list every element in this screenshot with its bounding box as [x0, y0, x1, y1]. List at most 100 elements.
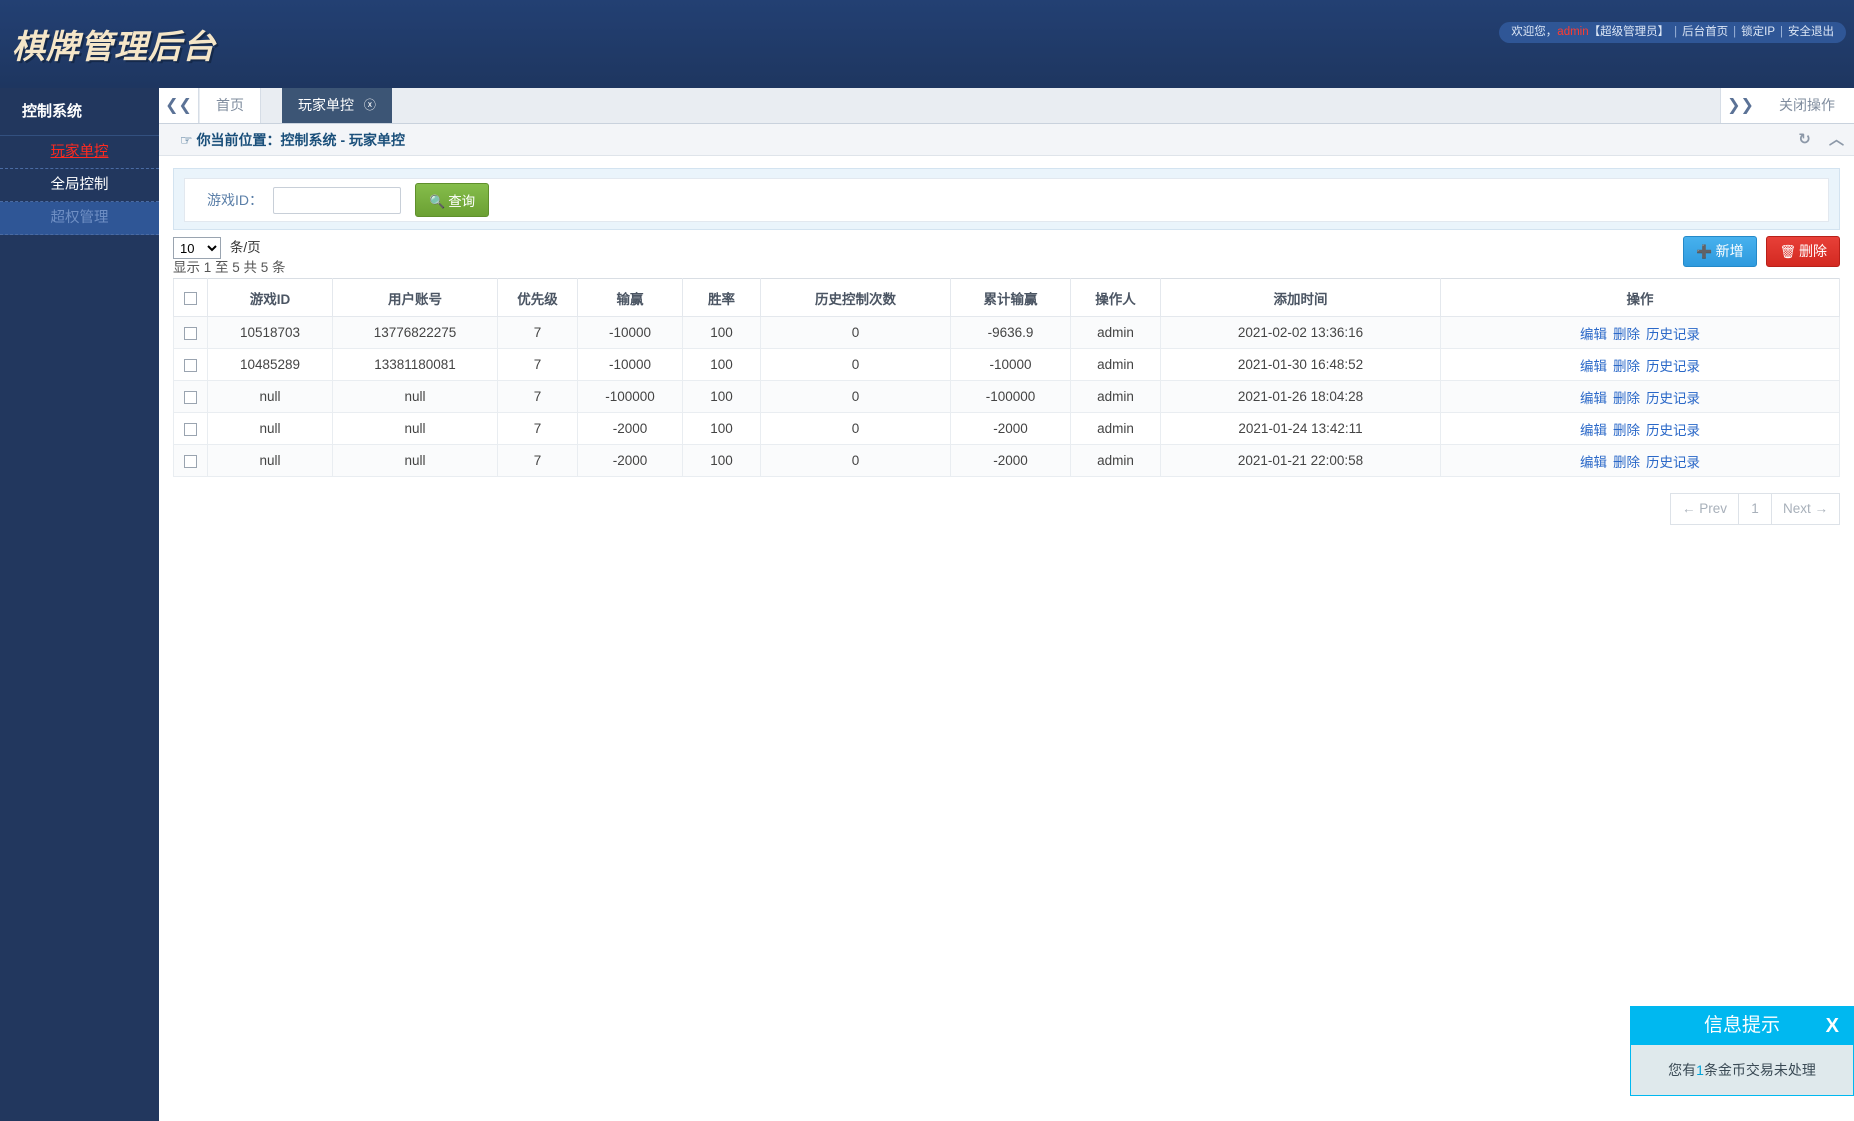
cell-operator: admin: [1070, 316, 1161, 349]
admin-role: 【超级管理员】: [1588, 26, 1670, 38]
row-history-link[interactable]: 历史记录: [1646, 359, 1700, 374]
add-button[interactable]: ➕ 新增: [1683, 236, 1757, 267]
row-delete-link[interactable]: 删除: [1613, 359, 1640, 374]
link-lock-ip[interactable]: 锁定IP: [1741, 26, 1775, 38]
breadcrumb-actions: ↻ ︿: [1784, 124, 1844, 156]
collapse-icon[interactable]: ︿: [1829, 131, 1844, 148]
pagination-page-1[interactable]: 1: [1737, 493, 1772, 525]
row-edit-link[interactable]: 编辑: [1580, 423, 1607, 438]
col-account: 用户账号: [332, 278, 498, 317]
cell-total-win-lose: -100000: [950, 380, 1071, 413]
row-checkbox[interactable]: [184, 390, 197, 404]
refresh-icon[interactable]: ↻: [1798, 131, 1811, 148]
tab-bar: ❮❮ 首页 玩家单控 ⓧ ❯❯ 关闭操作: [159, 88, 1854, 124]
tab-close-icon[interactable]: ⓧ: [364, 88, 376, 123]
cell-operator: admin: [1070, 412, 1161, 445]
cell-add-time: 2021-01-24 13:42:11: [1160, 412, 1441, 445]
row-delete-link[interactable]: 删除: [1613, 327, 1640, 342]
cell-game-id: null: [207, 444, 333, 477]
sidebar-item-global-control[interactable]: 全局控制: [0, 169, 159, 202]
link-logout[interactable]: 安全退出: [1788, 26, 1834, 38]
row-history-link[interactable]: 历史记录: [1646, 327, 1700, 342]
row-edit-link[interactable]: 编辑: [1580, 359, 1607, 374]
row-history-link[interactable]: 历史记录: [1646, 423, 1700, 438]
cell-priority: 7: [497, 412, 578, 445]
search-form: 游戏ID： 🔍 查询: [184, 178, 1829, 222]
col-operator: 操作人: [1070, 278, 1161, 317]
col-add-time: 添加时间: [1160, 278, 1441, 317]
row-edit-link[interactable]: 编辑: [1580, 455, 1607, 470]
row-select-cell: [173, 412, 208, 445]
row-edit-link[interactable]: 编辑: [1580, 327, 1607, 342]
pagination: ← Prev 1 Next →: [173, 477, 1840, 547]
cell-operations: 编辑 删除 历史记录: [1440, 380, 1840, 413]
cell-win-lose: -2000: [577, 412, 683, 445]
user-info-bar: 欢迎您，admin【超级管理员】 | 后台首页 | 锁定IP | 安全退出: [1499, 22, 1846, 43]
query-button[interactable]: 🔍 查询: [415, 183, 490, 217]
table-section: 10 25 50 100 条/页 显示 1 至 5 共 5 条 ➕新增 🗑删除: [173, 230, 1840, 547]
cell-operations: 编辑 删除 历史记录: [1440, 316, 1840, 349]
select-all-checkbox[interactable]: [184, 291, 197, 305]
cell-history-count: 0: [760, 444, 951, 477]
tab-player-control[interactable]: 玩家单控 ⓧ: [282, 88, 392, 123]
cell-priority: 7: [497, 348, 578, 381]
cell-game-id: 10485289: [207, 348, 333, 381]
toast-title: 信息提示: [1703, 1015, 1780, 1036]
tab-label: 首页: [216, 97, 244, 113]
tab-home[interactable]: 首页: [200, 88, 261, 123]
table-row: null null 7 -100000 100 0 -100000 admin 2021-01-…: [173, 380, 1840, 413]
cell-history-count: 0: [760, 348, 951, 381]
toast-close-button[interactable]: X: [1826, 1007, 1839, 1045]
col-operations: 操作: [1440, 278, 1840, 317]
sidebar: 控制系统 玩家单控 全局控制 超权管理: [0, 88, 170, 1121]
cell-add-time: 2021-01-26 18:04:28: [1160, 380, 1441, 413]
app-logo: 棋牌管理后台: [12, 27, 216, 66]
sidebar-item-player-control[interactable]: 玩家单控: [0, 136, 170, 169]
row-delete-link[interactable]: 删除: [1613, 423, 1640, 438]
toast-header: 信息提示 X: [1631, 1007, 1853, 1045]
game-id-input[interactable]: [273, 186, 401, 214]
cell-priority: 7: [497, 444, 578, 477]
cell-history-count: 0: [760, 412, 951, 445]
row-edit-link[interactable]: 编辑: [1580, 391, 1607, 406]
app-root: 棋牌管理后台 欢迎您，admin【超级管理员】 | 后台首页 | 锁定IP | 安全退出 控…: [0, 0, 1854, 1121]
cell-win-lose: -2000: [577, 444, 683, 477]
pointing-hand-icon: ☞: [180, 132, 193, 148]
col-win-lose: 输赢: [577, 278, 683, 317]
sep-3: |: [1780, 26, 1783, 38]
tab-scroll-left-icon[interactable]: ❮❮: [159, 88, 199, 123]
cell-win-lose: -100000: [577, 380, 683, 413]
record-info-text: 显示 1 至 5 共 5 条: [173, 260, 286, 275]
pagination-prev-button[interactable]: ← Prev: [1669, 493, 1739, 525]
close-operation-button[interactable]: 关闭操作: [1760, 88, 1854, 123]
toast-message-suffix: 条金币交易未处理: [1703, 1062, 1816, 1078]
row-history-link[interactable]: 历史记录: [1646, 455, 1700, 470]
query-button-label: 查询: [448, 194, 476, 209]
row-checkbox[interactable]: [184, 422, 197, 436]
sidebar-item-super-authority[interactable]: 超权管理: [0, 202, 159, 235]
row-checkbox[interactable]: [184, 326, 197, 340]
delete-button[interactable]: 🗑 删除: [1766, 236, 1840, 267]
col-history-count: 历史控制次数: [760, 278, 951, 317]
notification-toast: 信息提示 X 您有1条金币交易未处理: [1630, 1006, 1854, 1096]
row-delete-link[interactable]: 删除: [1613, 455, 1640, 470]
welcome-text: 欢迎您，: [1511, 26, 1558, 38]
trash-icon: 🗑: [1779, 244, 1796, 259]
cell-operator: admin: [1070, 348, 1161, 381]
row-history-link[interactable]: 历史记录: [1646, 391, 1700, 406]
tab-label: 玩家单控: [298, 97, 354, 113]
cell-game-id: 10518703: [207, 316, 333, 349]
col-game-id: 游戏ID: [207, 278, 333, 317]
cell-operations: 编辑 删除 历史记录: [1440, 348, 1840, 381]
link-backend-home[interactable]: 后台首页: [1682, 26, 1728, 38]
row-checkbox[interactable]: [184, 358, 197, 372]
row-select-cell: [173, 316, 208, 349]
tab-scroll-right-icon[interactable]: ❯❯: [1720, 88, 1760, 123]
pagination-next-button[interactable]: Next →: [1770, 493, 1840, 525]
row-checkbox[interactable]: [184, 454, 197, 468]
cell-priority: 7: [497, 380, 578, 413]
row-delete-link[interactable]: 删除: [1613, 391, 1640, 406]
col-total-win-lose: 累计输赢: [950, 278, 1071, 317]
cell-win-rate: 100: [682, 348, 761, 381]
cell-priority: 7: [497, 316, 578, 349]
